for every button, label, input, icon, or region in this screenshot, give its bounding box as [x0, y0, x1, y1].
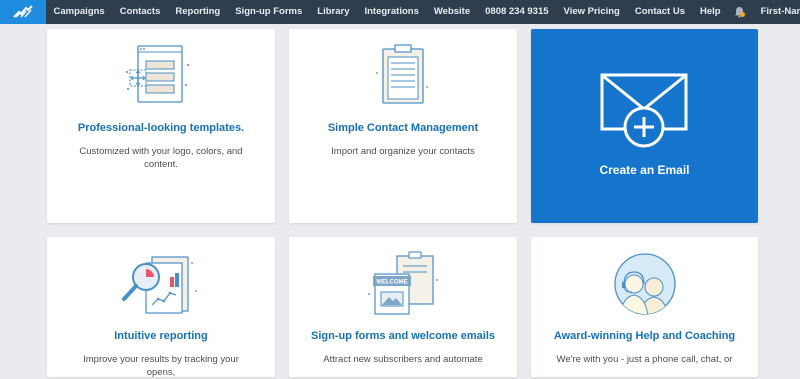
card-description: Import and organize your contacts — [331, 146, 475, 157]
clipboard-icon — [376, 44, 428, 104]
create-email-button[interactable]: Create an Email — [531, 29, 758, 223]
card-title: Professional-looking templates. — [77, 122, 245, 134]
card-signup-forms[interactable]: WELCOME Sign-up forms and welcome emails… — [289, 237, 517, 377]
reporting-icon — [122, 256, 197, 314]
nav-phone-number[interactable]: 0808 234 9315 — [478, 0, 556, 24]
user-menu[interactable]: First-Name — [753, 0, 800, 24]
nav-library[interactable]: Library — [310, 0, 357, 24]
nav-campaigns[interactable]: Campaigns — [46, 0, 112, 24]
welcome-badge-text: WELCOME — [376, 280, 407, 286]
nav-website[interactable]: Website — [426, 0, 477, 24]
card-description: We're with you - just a phone call, chat… — [556, 354, 733, 365]
card-description: Attract new subscribers and automate — [323, 354, 483, 365]
card-description: Customized with your logo, colors, and c… — [79, 146, 243, 170]
envelope-plus-icon — [600, 73, 688, 148]
nav-contacts[interactable]: Contacts — [112, 0, 168, 24]
nav-integrations[interactable]: Integrations — [357, 0, 426, 24]
card-reporting[interactable]: Intuitive reporting Improve your results… — [47, 237, 275, 378]
card-templates[interactable]: Professional-looking templates. Customiz… — [47, 29, 275, 223]
nav-help[interactable]: Help — [693, 0, 729, 24]
card-title: Intuitive reporting — [114, 330, 208, 342]
card-description: Improve your results by tracking your op… — [83, 354, 239, 378]
top-navigation: Campaigns Contacts Reporting Sign-up For… — [0, 0, 800, 24]
card-contact-management[interactable]: Simple Contact Management Import and org… — [289, 29, 517, 223]
support-agents-icon — [613, 253, 676, 315]
notifications-button[interactable] — [734, 0, 746, 24]
nav-view-pricing[interactable]: View Pricing — [556, 0, 627, 24]
card-title: Award-winning Help and Coaching — [553, 330, 736, 342]
create-email-label: Create an Email — [599, 163, 690, 177]
card-title: Sign-up forms and welcome emails — [311, 330, 495, 342]
templates-icon — [126, 45, 189, 103]
nav-signup-forms[interactable]: Sign-up Forms — [228, 0, 310, 24]
card-help-coaching[interactable]: Award-winning Help and Coaching We're wi… — [531, 237, 758, 377]
constant-contact-logo-icon — [13, 5, 33, 18]
nav-contact-us[interactable]: Contact Us — [627, 0, 692, 24]
signup-forms-icon: WELCOME — [368, 251, 438, 315]
nav-reporting[interactable]: Reporting — [168, 0, 228, 24]
card-title: Simple Contact Management — [327, 122, 479, 134]
logo[interactable] — [0, 0, 46, 24]
